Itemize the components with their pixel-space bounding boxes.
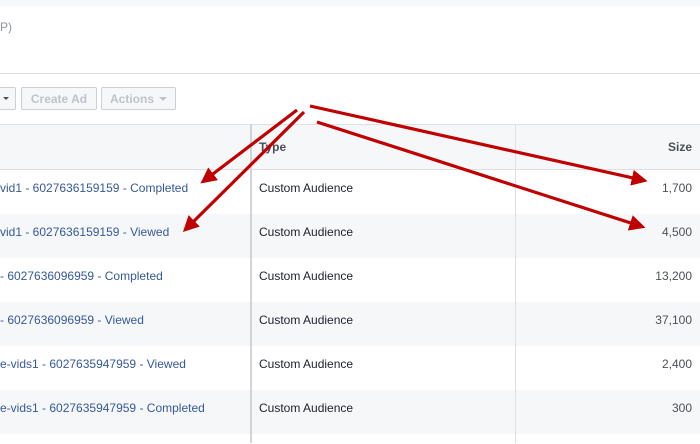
create-ad-button[interactable]: Create Ad xyxy=(21,87,97,110)
audience-size: 1,700 xyxy=(661,181,692,195)
caret-down-icon xyxy=(3,97,9,100)
audience-name-link[interactable]: e-vids1 - 6027635947959 - Completed xyxy=(0,390,205,434)
audience-name-link[interactable]: vid1 - 6027636159159 - Viewed xyxy=(0,214,169,258)
audience-size: 37,100 xyxy=(655,313,692,327)
create-ad-label: Create Ad xyxy=(30,91,88,106)
header-fragment-text: P) xyxy=(0,20,12,34)
toolbar: Create Ad Actions xyxy=(0,74,700,124)
table-row: vid1 - 6027636159159 - Viewed Custom Aud… xyxy=(0,214,700,258)
audience-type: Custom Audience xyxy=(259,357,354,371)
actions-button[interactable]: Actions xyxy=(101,87,176,110)
audience-type: Custom Audience xyxy=(259,181,354,195)
table-header: Type Size xyxy=(0,125,700,170)
table-row: - 6027636096959 - Viewed Custom Audience… xyxy=(0,302,700,346)
audiences-table: Type Size vid1 - 6027636159159 - Complet… xyxy=(0,124,700,444)
audience-size: 2,400 xyxy=(661,357,692,371)
column-header-type[interactable]: Type xyxy=(259,125,286,169)
audience-size: 4,500 xyxy=(661,225,692,239)
audience-name-link[interactable]: - 6027636096959 - Completed xyxy=(0,258,163,302)
audience-name-link[interactable]: vid1 - 6027636159159 - Completed xyxy=(0,170,188,214)
caret-down-icon xyxy=(159,96,167,101)
audience-type: Custom Audience xyxy=(259,225,354,239)
table-row: - 6027636096959 - Completed Custom Audie… xyxy=(0,258,700,302)
audience-type: Custom Audience xyxy=(259,269,354,283)
audience-name-link[interactable]: - 6027636096959 - Viewed xyxy=(0,302,144,346)
column-divider[interactable] xyxy=(250,124,252,443)
table-row: vid1 - 6027636159159 - Completed Custom … xyxy=(0,170,700,214)
audience-type: Custom Audience xyxy=(259,401,354,415)
audience-size: 13,200 xyxy=(655,269,692,283)
audience-name-link[interactable]: e-vids1 - 6027635947959 - Viewed xyxy=(0,346,186,390)
audience-size: 300 xyxy=(671,401,692,415)
column-header-size[interactable]: Size xyxy=(668,125,692,169)
dropdown-button[interactable] xyxy=(0,87,16,110)
audience-type: Custom Audience xyxy=(259,313,354,327)
actions-label: Actions xyxy=(109,91,154,106)
table-row: e-vids1 - 6027635947959 - Viewed Custom … xyxy=(0,346,700,390)
column-divider[interactable] xyxy=(515,124,516,443)
table-row: e-vids1 - 6027635947959 - Completed Cust… xyxy=(0,390,700,434)
header-area: P) xyxy=(0,6,700,74)
